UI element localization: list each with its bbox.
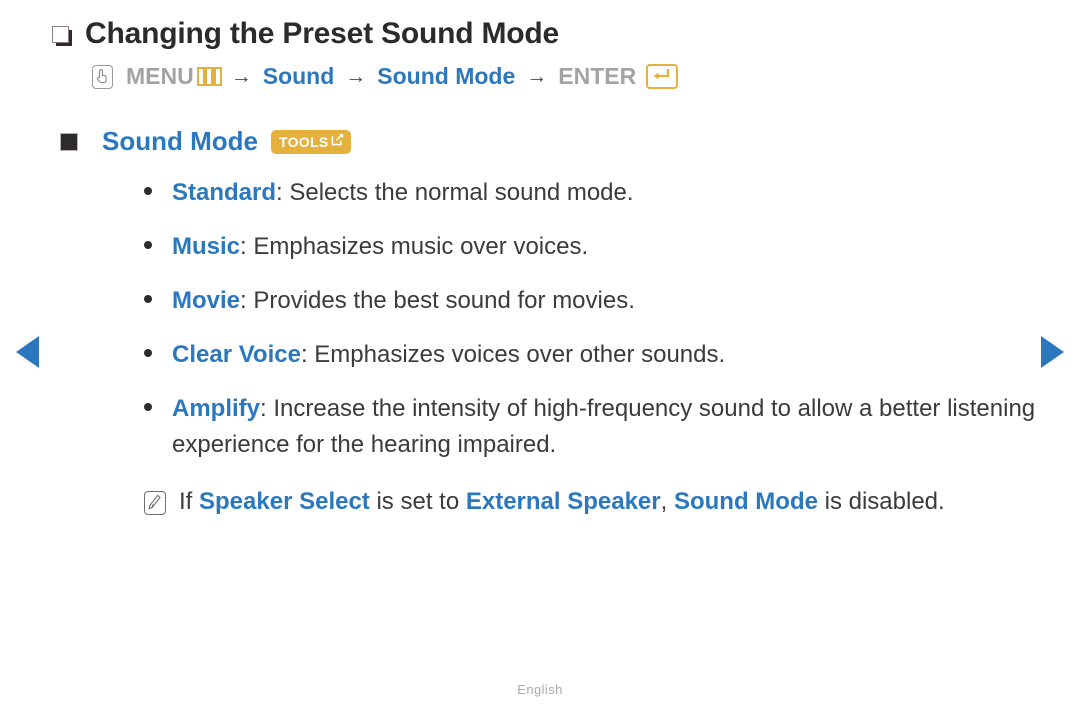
menu-path: MENU → Sound → Sound Mode → ENTER [92, 63, 1040, 90]
option-name: Music [172, 233, 241, 260]
footer-language: English [517, 682, 563, 697]
note-row: If Speaker Select is set to External Spe… [144, 485, 1040, 520]
section-title: Sound Mode [102, 126, 258, 156]
list-item: Movie: Provides the best sound for movie… [144, 283, 1040, 319]
enter-label: ENTER [558, 63, 637, 89]
note-text: If Speaker Select is set to External Spe… [179, 485, 945, 520]
bullet-dot-icon [144, 187, 152, 195]
option-description: : Provides the best sound for movies. [240, 287, 635, 314]
option-description: : Emphasizes voices over other sounds. [300, 341, 726, 368]
page-title-row: Changing the Preset Sound Mode [52, 14, 1040, 53]
note-term-sound-mode: Sound Mode [673, 488, 818, 515]
bullet-dot-icon [144, 349, 152, 357]
tools-arrow-icon [331, 133, 344, 151]
enter-return-icon [646, 64, 679, 89]
bullet-dot-icon [144, 241, 152, 249]
option-name: Amplify [172, 395, 261, 422]
option-text: Music: Emphasizes music over voices. [172, 229, 588, 265]
path-arrow-1: → [230, 64, 252, 88]
option-text: Amplify: Increase the intensity of high-… [172, 391, 1040, 463]
bullet-dot-icon [144, 295, 152, 303]
filled-square-icon [60, 132, 78, 151]
bullet-dot-icon [144, 403, 152, 411]
note-pencil-icon [144, 491, 166, 515]
option-text: Standard: Selects the normal sound mode. [172, 175, 634, 211]
menu-label: MENU [126, 63, 194, 89]
note-part-1: If [179, 488, 200, 515]
list-item: Music: Emphasizes music over voices. [144, 229, 1040, 265]
path-arrow-3: → [526, 64, 548, 88]
note-term-speaker-select: Speaker Select [199, 488, 370, 515]
page-title: Changing the Preset Sound Mode [85, 17, 560, 50]
sound-mode-options-list: Standard: Selects the normal sound mode.… [52, 175, 1040, 463]
menu-bars-icon [196, 67, 222, 86]
tools-badge: TOOLS [270, 129, 352, 154]
note-part-2: is set to [369, 488, 466, 515]
option-name: Clear Voice [172, 341, 301, 368]
path-arrow-2: → [345, 64, 367, 88]
path-step-sound-mode: Sound Mode [377, 63, 516, 89]
option-text: Movie: Provides the best sound for movie… [172, 283, 635, 319]
list-item: Clear Voice: Emphasizes voices over othe… [144, 337, 1040, 373]
option-description: : Emphasizes music over voices. [240, 233, 589, 260]
option-description: : Selects the normal sound mode. [276, 179, 634, 206]
option-name: Movie [172, 287, 241, 314]
list-item: Amplify: Increase the intensity of high-… [144, 391, 1040, 463]
note-term-external-speaker: External Speaker [465, 488, 661, 515]
option-description: : Increase the intensity of high-frequen… [172, 395, 1036, 458]
shadow-square-icon [52, 26, 72, 46]
manual-page: Changing the Preset Sound Mode MENU → So… [0, 0, 1080, 520]
section-heading-row: Sound Mode TOOLS [60, 126, 1040, 157]
list-item: Standard: Selects the normal sound mode. [144, 175, 1040, 211]
option-text: Clear Voice: Emphasizes voices over othe… [172, 337, 725, 373]
path-step-sound: Sound [262, 63, 335, 89]
option-name: Standard [172, 179, 277, 206]
note-part-4: is disabled. [817, 488, 945, 515]
note-part-3: , [660, 488, 674, 515]
tools-badge-label: TOOLS [278, 133, 329, 150]
press-button-icon [92, 64, 113, 89]
